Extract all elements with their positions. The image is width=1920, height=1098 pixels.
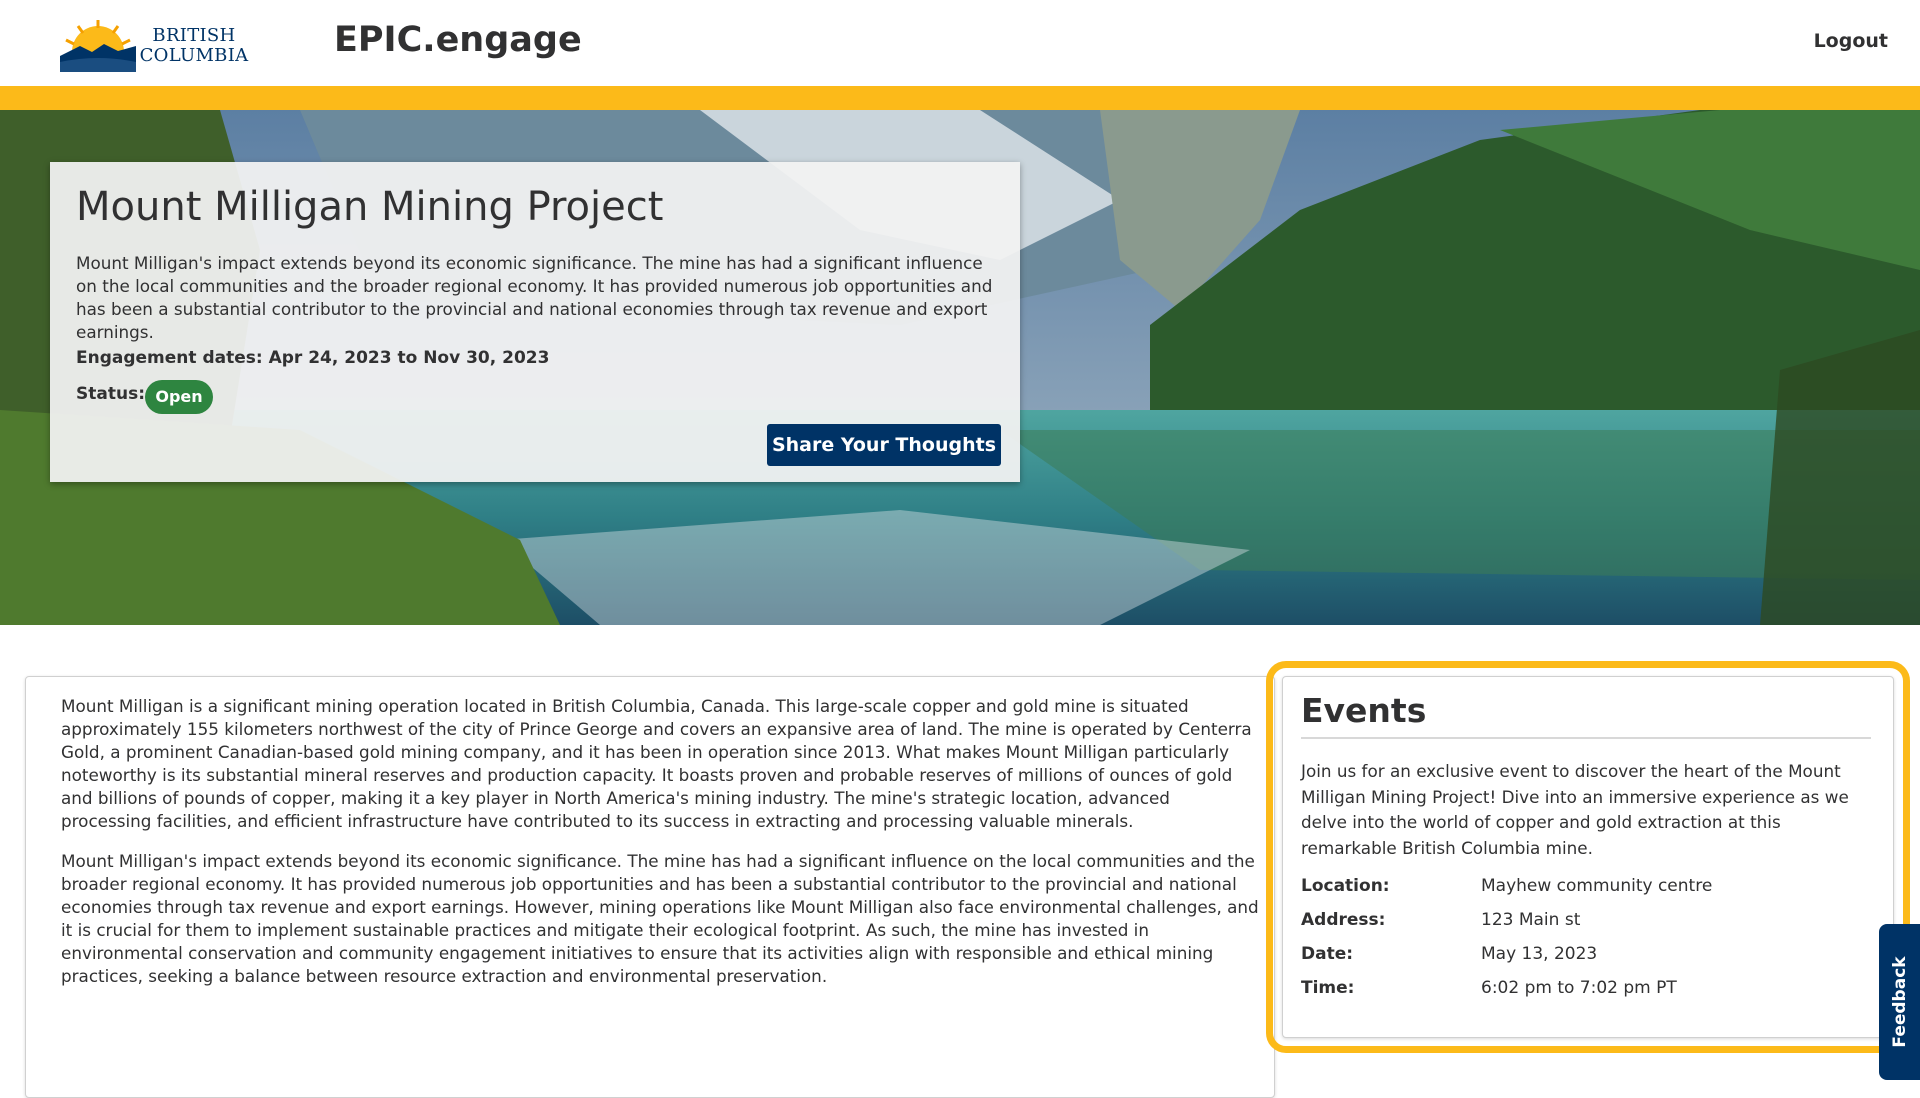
engagement-dates: Engagement dates: Apr 24, 2023 to Nov 30…: [76, 348, 550, 368]
events-card: Events Join us for an exclusive event to…: [1282, 676, 1894, 1038]
feedback-label: Feedback: [1889, 956, 1910, 1048]
events-divider: [1301, 737, 1871, 739]
event-address-row: Address: 123 Main st: [1301, 910, 1881, 940]
share-your-thoughts-button[interactable]: Share Your Thoughts: [767, 424, 1001, 466]
bc-sun-logo-icon: [60, 20, 136, 72]
event-location-label: Location:: [1301, 876, 1390, 896]
project-title: Mount Milligan Mining Project: [76, 184, 664, 230]
logout-button[interactable]: Logout: [1814, 30, 1888, 52]
bc-logo[interactable]: BRITISH COLUMBIA: [60, 16, 250, 72]
logo-line-1: BRITISH: [152, 25, 236, 46]
site-title[interactable]: EPIC.engage: [334, 20, 582, 60]
event-time-label: Time:: [1301, 978, 1355, 998]
project-summary-card: Mount Milligan Mining Project Mount Mill…: [50, 162, 1020, 482]
events-heading: Events: [1301, 691, 1427, 730]
details-paragraph-1: Mount Milligan is a significant mining o…: [61, 696, 1252, 831]
project-description: Mount Milligan's impact extends beyond i…: [76, 253, 993, 342]
details-paragraph-2: Mount Milligan's impact extends beyond i…: [61, 851, 1259, 986]
event-time-value: 6:02 pm to 7:02 pm PT: [1481, 978, 1677, 998]
event-date-label: Date:: [1301, 944, 1354, 964]
site-header: BRITISH COLUMBIA EPIC.engage Logout: [0, 0, 1920, 86]
project-details-card: Mount Milligan is a significant mining o…: [25, 676, 1275, 1098]
event-location-row: Location: Mayhew community centre: [1301, 876, 1881, 906]
event-address-value: 123 Main st: [1481, 910, 1581, 930]
event-date-value: May 13, 2023: [1481, 944, 1598, 964]
logo-line-2: COLUMBIA: [139, 45, 249, 66]
header-accent-bar: [0, 86, 1920, 110]
events-description: Join us for an exclusive event to discov…: [1301, 761, 1849, 858]
event-time-row: Time: 6:02 pm to 7:02 pm PT: [1301, 978, 1881, 1008]
feedback-tab-button[interactable]: Feedback: [1879, 924, 1920, 1080]
event-address-label: Address:: [1301, 910, 1386, 930]
event-date-row: Date: May 13, 2023: [1301, 944, 1881, 974]
status-badge: Open: [145, 380, 213, 414]
event-location-value: Mayhew community centre: [1481, 876, 1713, 896]
logo-wordmark: BRITISH COLUMBIA: [138, 26, 250, 66]
hero-banner: Mount Milligan Mining Project Mount Mill…: [0, 110, 1920, 625]
status-label: Status:: [76, 384, 145, 404]
